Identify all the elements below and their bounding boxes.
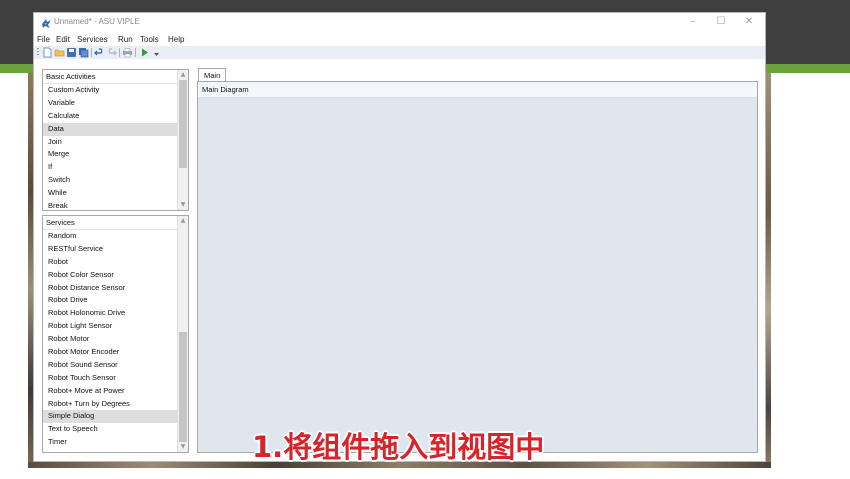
diagram-title: Main Diagram [198, 82, 757, 98]
service-item[interactable]: Robot Color Sensor [43, 269, 188, 282]
open-folder-icon[interactable] [54, 47, 65, 58]
basic-activities-scrollbar[interactable]: ▲ ▼ [177, 70, 188, 210]
scroll-up-icon[interactable]: ▲ [178, 70, 188, 80]
service-item[interactable]: Timer [43, 436, 188, 449]
basic-activities-list: Custom Activity Variable Calculate Data Join… [43, 84, 188, 210]
service-item[interactable]: Robot Motor Encoder [43, 346, 188, 359]
scrollbar-thumb[interactable] [179, 332, 187, 442]
dropdown-icon[interactable] [151, 47, 162, 58]
menu-edit[interactable]: Edit [56, 34, 70, 46]
menu-file[interactable]: File [37, 34, 50, 46]
service-item[interactable]: Robot Touch Sensor [43, 372, 188, 385]
basic-activity-item[interactable]: While [43, 187, 188, 200]
service-item[interactable]: Robot Drive [43, 294, 188, 307]
services-scrollbar[interactable]: ▲ ▼ [177, 216, 188, 452]
menu-tools[interactable]: Tools [140, 34, 159, 46]
service-item[interactable]: Robot Motor [43, 333, 188, 346]
service-item[interactable]: Robot Distance Sensor [43, 282, 188, 295]
service-item[interactable]: Robot Light Sensor [43, 320, 188, 333]
basic-activity-item[interactable]: Variable [43, 97, 188, 110]
service-item[interactable]: Random [43, 230, 188, 243]
services-list: Random RESTful Service Robot Robot Color Se… [43, 230, 188, 449]
toolbar-separator [135, 48, 136, 57]
scroll-up-icon[interactable]: ▲ [178, 216, 188, 226]
basic-activity-item[interactable]: Merge [43, 148, 188, 161]
redo-icon[interactable] [106, 47, 117, 58]
viple-logo-icon [42, 19, 51, 28]
basic-activity-item[interactable]: Break [43, 200, 188, 210]
basic-activity-item[interactable]: Calculate [43, 110, 188, 123]
diagram-canvas[interactable]: Main Diagram [197, 81, 758, 453]
scrollbar-thumb[interactable] [179, 80, 187, 168]
save-icon[interactable] [66, 47, 77, 58]
basic-activities-header: Basic Activities [43, 70, 188, 84]
scroll-down-icon[interactable]: ▼ [178, 442, 188, 452]
print-icon[interactable] [122, 47, 133, 58]
app-window: Unnamed* - ASU VIPLE – ☐ ✕ File Edit Ser… [33, 12, 766, 462]
service-item[interactable]: Robot Holonomic Drive [43, 307, 188, 320]
scroll-down-icon[interactable]: ▼ [178, 200, 188, 210]
menu-services[interactable]: Services [77, 34, 108, 46]
service-item[interactable]: Simple Dialog [43, 410, 188, 424]
toolbar-separator [119, 48, 120, 57]
service-item[interactable]: Robot+ Turn by Degrees [43, 398, 188, 411]
run-icon[interactable] [139, 47, 150, 58]
save-all-icon[interactable] [78, 47, 89, 58]
menu-run[interactable]: Run [118, 34, 133, 46]
basic-activity-item[interactable]: Join [43, 136, 188, 149]
basic-activity-item[interactable]: If [43, 161, 188, 174]
menu-bar: File Edit Services Run Tools Help [34, 34, 765, 46]
maximize-icon[interactable]: ☐ [712, 16, 730, 28]
service-item[interactable]: RESTful Service [43, 243, 188, 256]
minimize-icon[interactable]: – [684, 16, 702, 28]
menu-help[interactable]: Help [168, 34, 184, 46]
basic-activity-item[interactable]: Data [43, 122, 188, 136]
title-bar: Unnamed* - ASU VIPLE – ☐ ✕ [34, 13, 765, 34]
services-header: Services [43, 216, 188, 230]
toolbar-grip[interactable] [37, 48, 39, 57]
close-icon[interactable]: ✕ [740, 16, 758, 28]
undo-icon[interactable] [94, 47, 105, 58]
service-item[interactable]: Robot Sound Sensor [43, 359, 188, 372]
services-panel: Services Random RESTful Service Robot Robot… [42, 215, 189, 453]
instruction-caption: 1.将组件拖入到视图中 [252, 430, 545, 464]
service-item[interactable]: Text to Speech [43, 423, 188, 436]
new-file-icon[interactable] [42, 47, 53, 58]
service-item[interactable]: Robot+ Move at Power [43, 385, 188, 398]
window-title: Unnamed* - ASU VIPLE [54, 17, 140, 26]
toolbar-separator [91, 48, 92, 57]
service-item[interactable]: Robot [43, 256, 188, 269]
basic-activity-item[interactable]: Custom Activity [43, 84, 188, 97]
toolbar [34, 46, 765, 59]
basic-activities-panel: Basic Activities Custom Activity Variable… [42, 69, 189, 211]
basic-activity-item[interactable]: Switch [43, 174, 188, 187]
